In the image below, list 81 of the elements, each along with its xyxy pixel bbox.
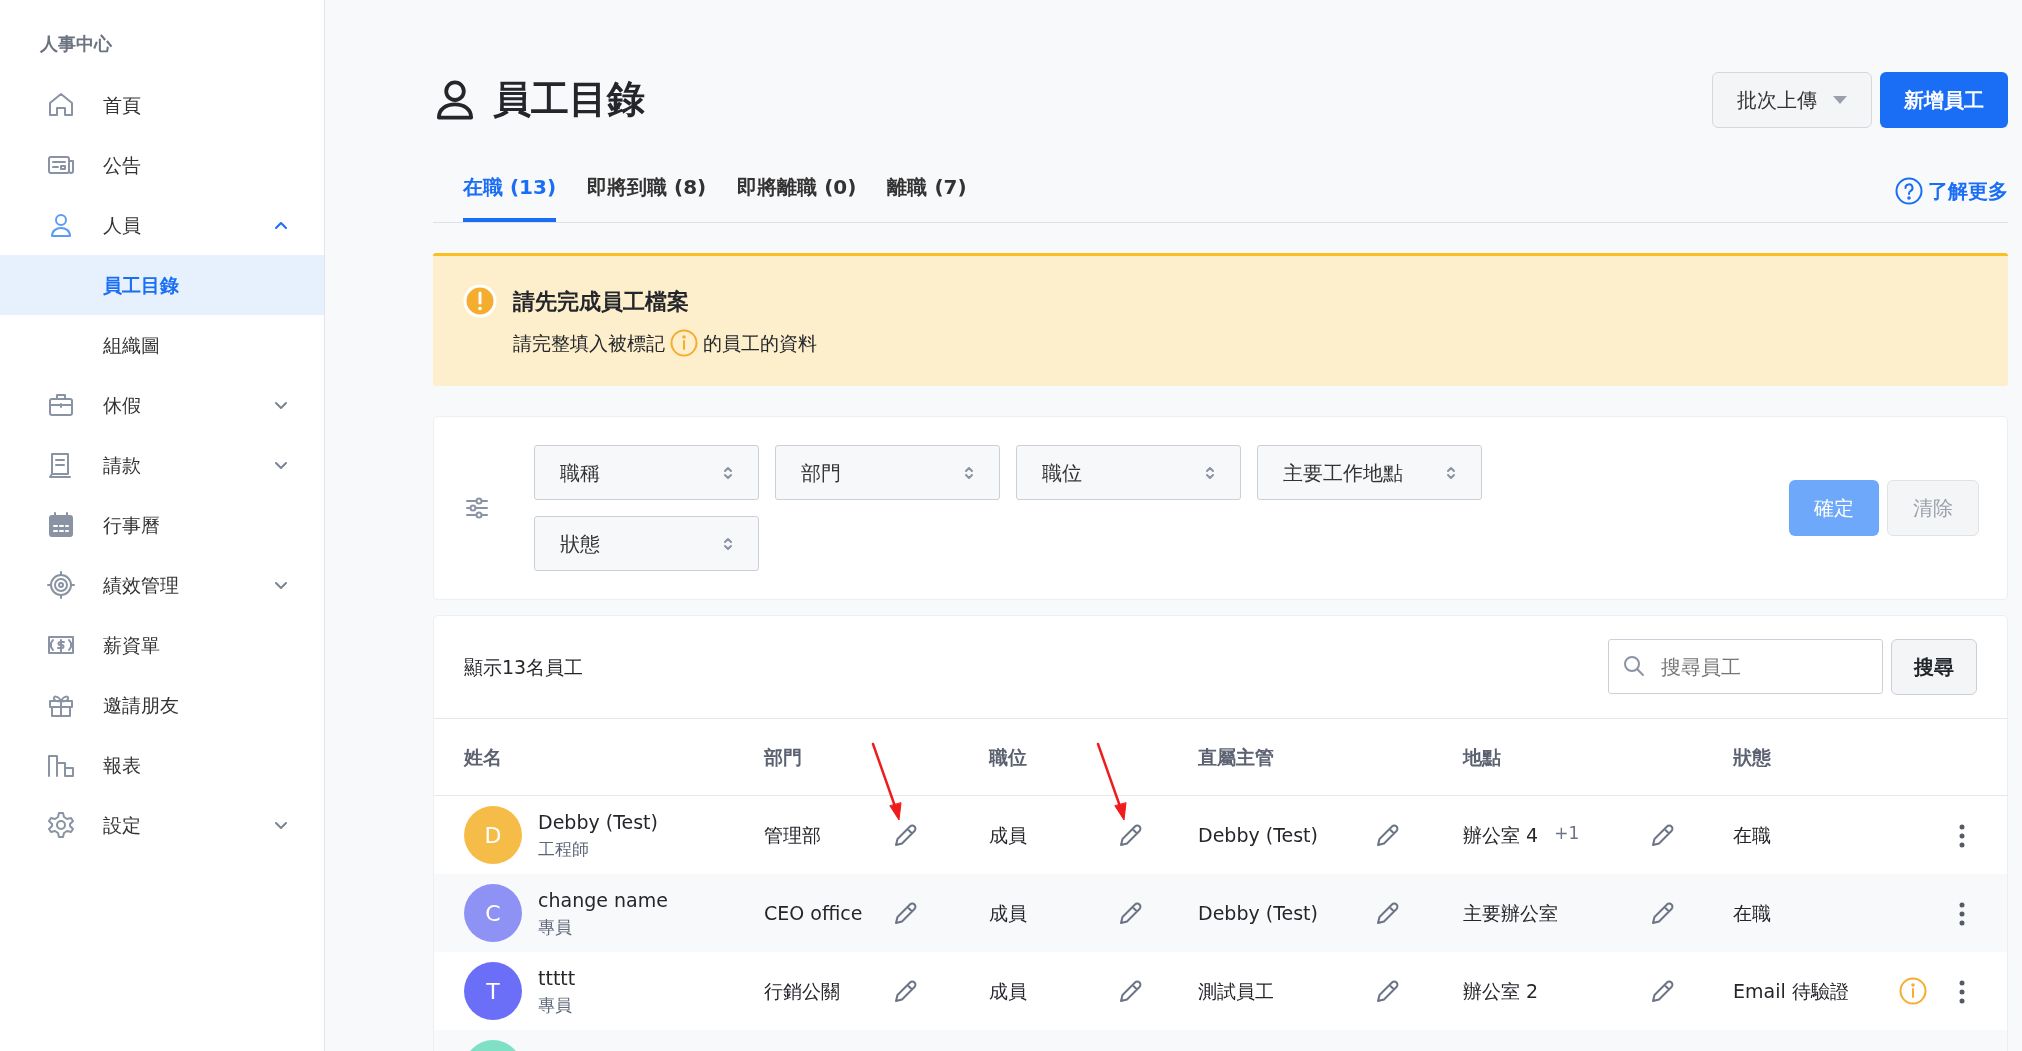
table-cell-text: 在職 (1733, 900, 1772, 926)
table-cell-text: CEO office (764, 900, 864, 926)
filter-select[interactable]: 狀態 (534, 516, 759, 571)
employee-name: change name (538, 888, 668, 913)
employee-count: 顯示13名員工 (464, 654, 584, 680)
table-cell-text: Email 待驗證 (1733, 978, 1850, 1004)
table-cell-text: Debby (Test) (1198, 900, 1319, 926)
table-cell-text: 成員 (989, 900, 1028, 926)
sidebar-item[interactable]: 公告 (0, 135, 324, 195)
banner-title: 請先完成員工檔案 (513, 287, 689, 316)
help-icon (1894, 176, 1924, 206)
job-title: 專員 (538, 915, 573, 939)
batch-upload-button[interactable]: 批次上傳 (1712, 72, 1872, 128)
more-icon[interactable] (1958, 823, 1966, 850)
column-header: 直屬主管 (1198, 744, 1274, 770)
employee-name: ttttt (538, 966, 576, 991)
sidebar-item[interactable]: 薪資單 (0, 615, 324, 675)
table-cell-text: 測試員工 (1198, 978, 1275, 1004)
column-header: 職位 (989, 744, 1027, 770)
extra-count: +1 (1554, 821, 1580, 845)
table-cell-text: 行銷公關 (764, 978, 841, 1004)
warning-icon (463, 284, 497, 318)
sidebar-heading: 人事中心 (39, 32, 113, 56)
calendar-icon (46, 510, 76, 540)
sort-icon (1205, 465, 1215, 480)
sidebar-item[interactable]: 請款 (0, 435, 324, 495)
table-cell-text: 成員 (989, 822, 1028, 848)
sidebar-item[interactable]: 首頁 (0, 75, 324, 135)
tab[interactable]: 在職 (13) (463, 160, 557, 222)
sidebar-item[interactable]: 組織圖 (0, 315, 324, 375)
filter-select[interactable]: 職位 (1016, 445, 1241, 500)
table-cell-text: 辦公室 2 (1463, 978, 1539, 1004)
sidebar-item[interactable]: 員工目錄 (0, 255, 324, 315)
avatar: T (464, 962, 522, 1020)
sidebar-item[interactable]: 行事曆 (0, 495, 324, 555)
sidebar-item[interactable]: 報表 (0, 735, 324, 795)
sidebar-item[interactable]: 設定 (0, 795, 324, 855)
gear-icon (46, 810, 76, 840)
search-icon (1622, 654, 1646, 678)
page-title: 員工目錄 (493, 77, 645, 123)
sidebar-item[interactable]: 邀請朋友 (0, 675, 324, 735)
target-icon (46, 570, 76, 600)
sliders-icon (464, 495, 490, 521)
sort-icon (723, 536, 733, 551)
sidebar-item[interactable]: 休假 (0, 375, 324, 435)
tab[interactable]: 即將離職 (0) (737, 160, 857, 222)
search-button[interactable]: 搜尋 (1891, 639, 1977, 695)
add-employee-button[interactable]: 新增員工 (1880, 72, 2008, 128)
sort-icon (1446, 465, 1456, 480)
job-title: 專員 (538, 993, 573, 1017)
table-cell-text: Debby (Test) (1198, 822, 1319, 848)
search-field[interactable]: 搜尋員工 (1608, 639, 1883, 694)
filter-select[interactable]: 部門 (775, 445, 1000, 500)
job-title: 工程師 (538, 837, 590, 861)
table-cell-text: 成員 (989, 978, 1028, 1004)
more-icon[interactable] (1958, 901, 1966, 928)
table-cell-text: 辦公室 4 (1463, 822, 1539, 848)
avatar: C (464, 884, 522, 942)
tab[interactable]: 離職 (7) (887, 160, 967, 222)
column-header: 地點 (1463, 744, 1501, 770)
avatar: D (464, 806, 522, 864)
tab[interactable]: 即將到職 (8) (587, 160, 707, 222)
banner-text: 請完整填入被標記 (513, 330, 665, 356)
help-link[interactable]: 了解更多 (1894, 176, 2008, 206)
table-cell-text: 主要辦公室 (1463, 900, 1558, 926)
sidebar-item[interactable]: 績效管理 (0, 555, 324, 615)
sidebar-item[interactable]: 人員 (0, 195, 324, 255)
filter-select[interactable]: 職稱 (534, 445, 759, 500)
employee-name: Debby (Test) (538, 810, 658, 835)
banner-text: 的員工的資料 (703, 330, 817, 356)
info-icon (669, 328, 699, 358)
sort-icon (964, 465, 974, 480)
table-cell-text: 在職 (1733, 822, 1772, 848)
table-cell-text: 管理部 (764, 822, 822, 848)
column-header: 部門 (764, 744, 802, 770)
sort-icon (723, 465, 733, 480)
column-header: 狀態 (1733, 744, 1771, 770)
column-header: 姓名 (464, 744, 502, 770)
caret-icon (1833, 96, 1847, 104)
filter-select[interactable]: 主要工作地點 (1257, 445, 1482, 500)
more-icon[interactable] (1958, 979, 1966, 1006)
